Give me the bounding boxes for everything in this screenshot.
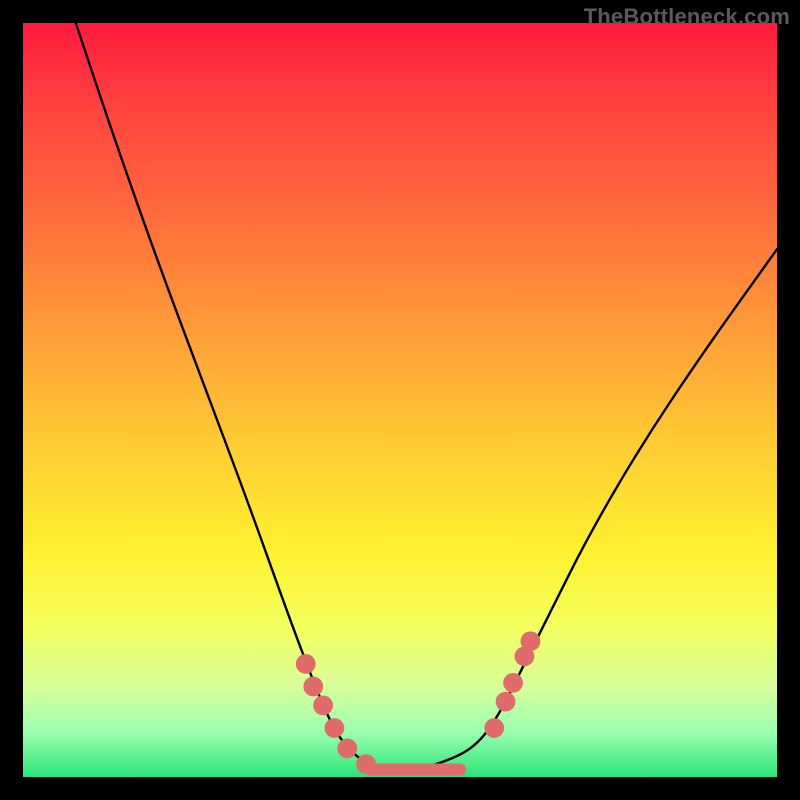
chart-frame: TheBottleneck.com <box>0 0 800 800</box>
watermark-text: TheBottleneck.com <box>584 4 790 30</box>
curve-marker <box>337 738 357 758</box>
plot-area <box>23 23 777 777</box>
curve-marker <box>356 754 376 774</box>
curve-marker <box>521 631 541 651</box>
curve-marker <box>313 695 333 715</box>
bottleneck-curve <box>76 23 777 769</box>
curve-marker <box>296 654 316 674</box>
curve-marker <box>484 718 504 738</box>
chart-svg <box>23 23 777 777</box>
curve-marker <box>325 718 345 738</box>
curve-marker <box>496 692 516 712</box>
curve-marker <box>303 677 323 697</box>
curve-markers <box>296 631 540 774</box>
curve-marker <box>503 673 523 693</box>
